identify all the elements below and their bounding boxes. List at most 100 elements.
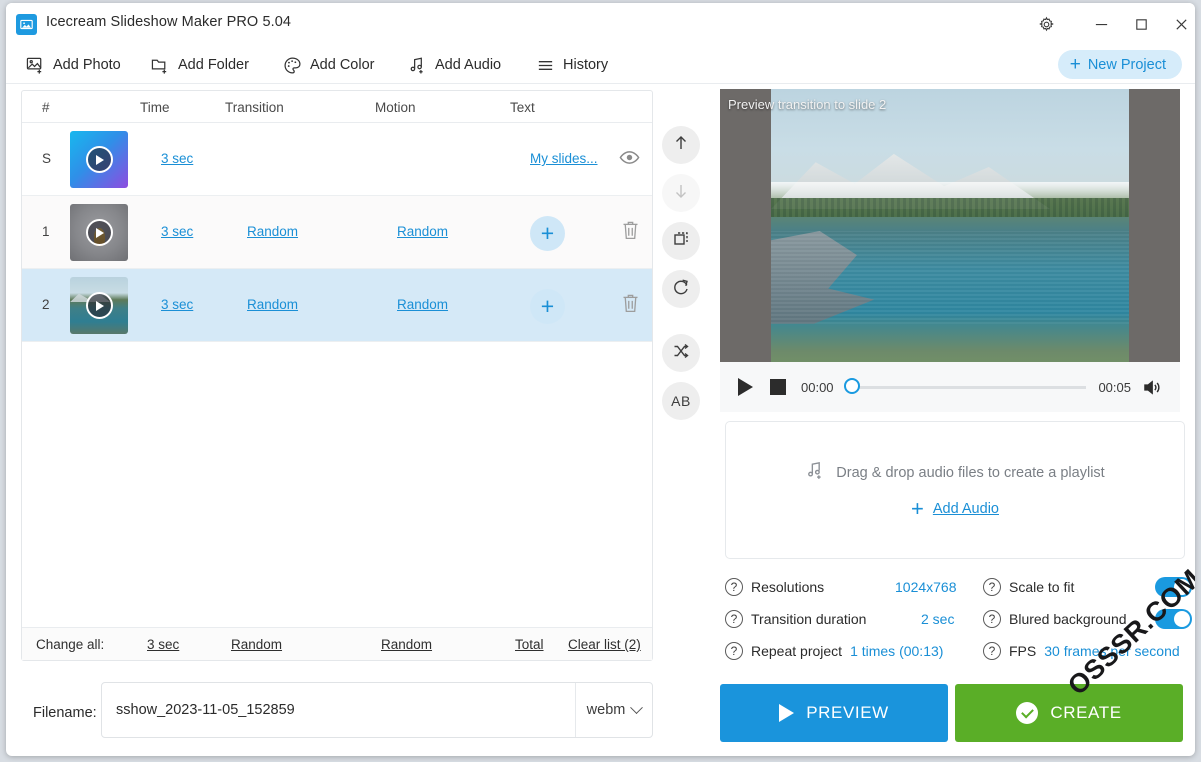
preview-button-label: PREVIEW [806, 703, 889, 722]
crop-button[interactable] [662, 222, 700, 260]
slide-list-header: # Time Transition Motion Text [22, 91, 652, 123]
rotate-icon [671, 277, 691, 302]
row-motion-link[interactable]: Random [397, 224, 448, 239]
trash-icon[interactable] [620, 292, 641, 320]
add-folder-button[interactable]: Add Folder [151, 53, 249, 77]
application-window: Icecream Slideshow Maker PRO 5.04 Add Ph… [6, 3, 1195, 756]
question-mark-icon[interactable]: ? [725, 578, 743, 596]
blured-background-toggle[interactable] [1155, 609, 1192, 629]
trash-icon[interactable] [620, 219, 641, 247]
history-button[interactable]: History [536, 53, 608, 77]
transition-duration-value[interactable]: 2 sec [921, 611, 954, 627]
minimize-icon[interactable] [1086, 10, 1116, 38]
table-row[interactable]: 2 3 sec Random Random + [22, 269, 652, 342]
question-mark-icon[interactable]: ? [983, 578, 1001, 596]
add-audio-button[interactable]: Add Audio [408, 53, 501, 77]
add-text-button[interactable]: + [530, 216, 565, 251]
add-audio-link[interactable]: Add Audio [933, 501, 999, 517]
row-transition-link[interactable]: Random [247, 224, 298, 239]
transition-duration-label: Transition duration [751, 611, 867, 627]
total-time: 00:05 [1098, 379, 1131, 395]
clear-list-link[interactable]: Clear list (2) [568, 637, 641, 652]
row-time-link[interactable]: 3 sec [161, 297, 193, 312]
seek-slider[interactable] [843, 378, 1087, 394]
row-index: 2 [42, 297, 50, 312]
resolutions-label: Resolutions [751, 579, 825, 595]
add-folder-icon [151, 56, 170, 75]
move-down-button[interactable] [662, 174, 700, 212]
filename-input[interactable] [102, 683, 575, 737]
repeat-project-value[interactable]: 1 times (00:13) [850, 643, 943, 659]
maximize-icon[interactable] [1126, 10, 1156, 38]
add-photo-label: Add Photo [53, 57, 121, 73]
column-header-number: # [42, 100, 50, 115]
total-link[interactable]: Total [515, 637, 544, 652]
crop-icon [671, 229, 691, 254]
settings-gear-icon[interactable] [1031, 10, 1061, 38]
format-dropdown[interactable]: webm [575, 683, 652, 737]
audio-drop-hint: Drag & drop audio files to create a play… [805, 460, 1105, 485]
scale-to-fit-toggle[interactable] [1155, 577, 1192, 597]
create-button[interactable]: CREATE [955, 684, 1183, 742]
move-down-icon [671, 181, 691, 206]
change-all-transition[interactable]: Random [231, 637, 282, 652]
question-mark-icon[interactable]: ? [983, 642, 1001, 660]
row-time-link[interactable]: 3 sec [161, 151, 193, 166]
row-time-link[interactable]: 3 sec [161, 224, 193, 239]
preview-area[interactable]: Preview transition to slide 2 [720, 89, 1180, 362]
setting-repeat-project[interactable]: ? Repeat project 1 times (00:13) [725, 640, 943, 662]
slide-thumbnail[interactable] [70, 131, 128, 188]
new-project-button[interactable]: + New Project [1057, 50, 1182, 79]
play-icon[interactable] [738, 378, 753, 396]
slide-thumbnail[interactable] [70, 204, 128, 261]
table-row[interactable]: 1 3 sec Random Random + [22, 196, 652, 269]
add-photo-button[interactable]: Add Photo [26, 53, 121, 77]
preview-treeline [771, 198, 1129, 218]
history-label: History [563, 57, 609, 73]
audio-dropzone[interactable]: Drag & drop audio files to create a play… [725, 421, 1185, 559]
preview-water-reflection [771, 230, 1129, 324]
sort-ab-button[interactable]: AB [662, 382, 700, 420]
slide-thumbnail[interactable] [70, 277, 128, 334]
resolutions-value[interactable]: 1024x768 [895, 579, 957, 595]
play-icon[interactable] [85, 292, 113, 319]
eye-icon[interactable] [619, 147, 640, 173]
add-color-button[interactable]: Add Color [283, 53, 374, 77]
app-logo-icon [16, 14, 37, 35]
change-all-bar: Change all: 3 sec Random Random Total Cl… [22, 627, 652, 660]
preview-button[interactable]: PREVIEW [720, 684, 948, 742]
change-all-label: Change all: [36, 637, 105, 652]
add-text-button[interactable]: + [530, 289, 565, 324]
audio-drop-text: Drag & drop audio files to create a play… [836, 464, 1105, 481]
question-mark-icon[interactable]: ? [725, 642, 743, 660]
change-all-time[interactable]: 3 sec [147, 637, 179, 652]
setting-fps[interactable]: ? FPS 30 frames per second [983, 640, 1180, 662]
volume-icon[interactable] [1143, 378, 1164, 397]
row-text-link[interactable]: My slides... [530, 151, 598, 166]
play-icon[interactable] [85, 146, 113, 173]
repeat-project-label: Repeat project [751, 643, 843, 659]
add-audio-row[interactable]: + Add Audio [911, 498, 999, 520]
seek-handle[interactable] [843, 378, 860, 394]
table-row[interactable]: S 3 sec My slides... [22, 123, 652, 196]
rotate-button[interactable] [662, 270, 700, 308]
row-motion-link[interactable]: Random [397, 297, 448, 312]
preview-caption: Preview transition to slide 2 [728, 97, 887, 112]
row-transition-link[interactable]: Random [247, 297, 298, 312]
setting-blured-background[interactable]: ? Blured background [983, 608, 1127, 630]
move-up-button[interactable] [662, 126, 700, 164]
setting-transition-duration[interactable]: ? Transition duration 2 sec [725, 608, 954, 630]
fps-value[interactable]: 30 frames per second [1044, 643, 1179, 659]
question-mark-icon[interactable]: ? [725, 610, 743, 628]
change-all-motion[interactable]: Random [381, 637, 432, 652]
shuffle-icon [671, 341, 691, 366]
shuffle-button[interactable] [662, 334, 700, 372]
close-icon[interactable] [1166, 10, 1195, 38]
filename-label: Filename: [33, 705, 97, 721]
play-icon[interactable] [85, 219, 113, 246]
stop-icon[interactable] [770, 379, 786, 395]
question-mark-icon[interactable]: ? [983, 610, 1001, 628]
create-button-label: CREATE [1050, 703, 1122, 722]
setting-scale-to-fit[interactable]: ? Scale to fit [983, 576, 1074, 598]
setting-resolutions[interactable]: ? Resolutions 1024x768 [725, 576, 957, 598]
